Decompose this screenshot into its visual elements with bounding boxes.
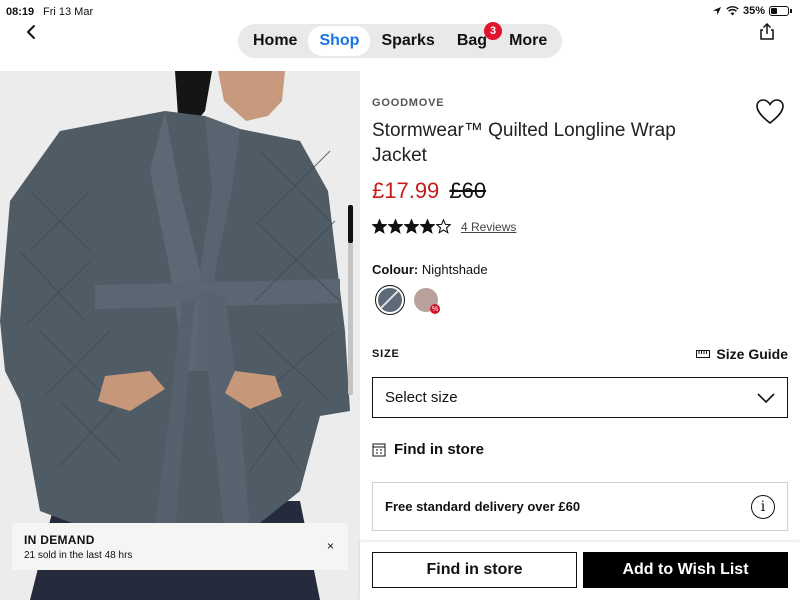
tab-more[interactable]: More <box>498 26 558 56</box>
image-scroll-thumb[interactable] <box>348 205 353 243</box>
location-icon <box>712 7 721 15</box>
sale-price: £17.99 <box>372 178 440 203</box>
star-filled-icon <box>372 219 387 234</box>
star-filled-icon <box>420 219 435 234</box>
product-title: Stormwear™ Quilted Longline Wrap Jacket <box>372 120 676 166</box>
status-date: Fri 13 Mar <box>43 6 94 18</box>
store-icon <box>372 443 386 456</box>
tab-bag[interactable]: Bag 3 <box>446 22 503 56</box>
size-guide-link[interactable]: Size Guide <box>696 346 788 362</box>
star-filled-icon <box>404 219 419 234</box>
colour-value: Nightshade <box>421 262 488 277</box>
find-in-store-link[interactable]: Find in store <box>372 441 484 458</box>
rating-row: 4 Reviews <box>372 219 516 234</box>
sale-percent-icon: % <box>430 304 440 314</box>
add-to-wish-list-button[interactable]: Add to Wish List <box>583 552 788 588</box>
star-empty-icon <box>436 219 451 234</box>
chevron-down-icon <box>757 392 775 403</box>
status-right: 35% <box>712 5 792 17</box>
price-row: £17.99 £60 <box>372 178 486 204</box>
heart-icon <box>756 99 784 125</box>
back-chevron-icon <box>27 25 35 39</box>
share-icon <box>760 22 774 40</box>
find-in-store-button[interactable]: Find in store <box>372 552 577 588</box>
ruler-icon <box>696 350 711 358</box>
in-demand-subtitle: 21 sold in the last 48 hrs <box>24 550 133 561</box>
status-time: 08:19 <box>6 6 35 18</box>
delivery-info: Free standard delivery over £60 i <box>372 482 788 531</box>
wishlist-heart-button[interactable] <box>752 94 788 130</box>
back-button[interactable] <box>22 22 42 42</box>
colour-swatch-nightshade[interactable] <box>375 285 405 315</box>
top-nav: Home Shop Sparks Bag 3 More <box>238 22 562 58</box>
size-select-value: Select size <box>385 389 458 406</box>
product-photo-illustration <box>0 71 360 600</box>
tab-home[interactable]: Home <box>242 26 308 56</box>
colour-label: Colour: Nightshade <box>372 262 488 277</box>
share-button[interactable] <box>758 22 776 42</box>
tab-sparks[interactable]: Sparks <box>370 26 445 56</box>
in-demand-title: IN DEMAND <box>24 533 95 547</box>
in-demand-banner: IN DEMAND 21 sold in the last 48 hrs × <box>12 523 348 570</box>
status-bar: 08:19 Fri 13 Mar 35% <box>0 0 800 22</box>
close-icon[interactable]: × <box>327 539 334 553</box>
product-brand: GOODMOVE <box>372 97 445 109</box>
battery-percent: 35% <box>742 5 765 17</box>
delivery-text: Free standard delivery over £60 <box>385 499 581 514</box>
colour-swatch-alternate[interactable]: % <box>414 288 440 314</box>
tab-shop[interactable]: Shop <box>308 26 371 56</box>
original-price: £60 <box>449 178 487 203</box>
star-filled-icon <box>388 219 403 234</box>
battery-icon <box>769 6 789 16</box>
wifi-icon <box>726 6 739 16</box>
size-label: SIZE <box>372 348 400 360</box>
star-rating <box>372 219 452 234</box>
size-select[interactable]: Select size <box>372 377 788 418</box>
info-icon[interactable]: i <box>751 494 775 519</box>
product-image[interactable] <box>0 71 360 600</box>
reviews-link[interactable]: 4 Reviews <box>461 220 516 234</box>
